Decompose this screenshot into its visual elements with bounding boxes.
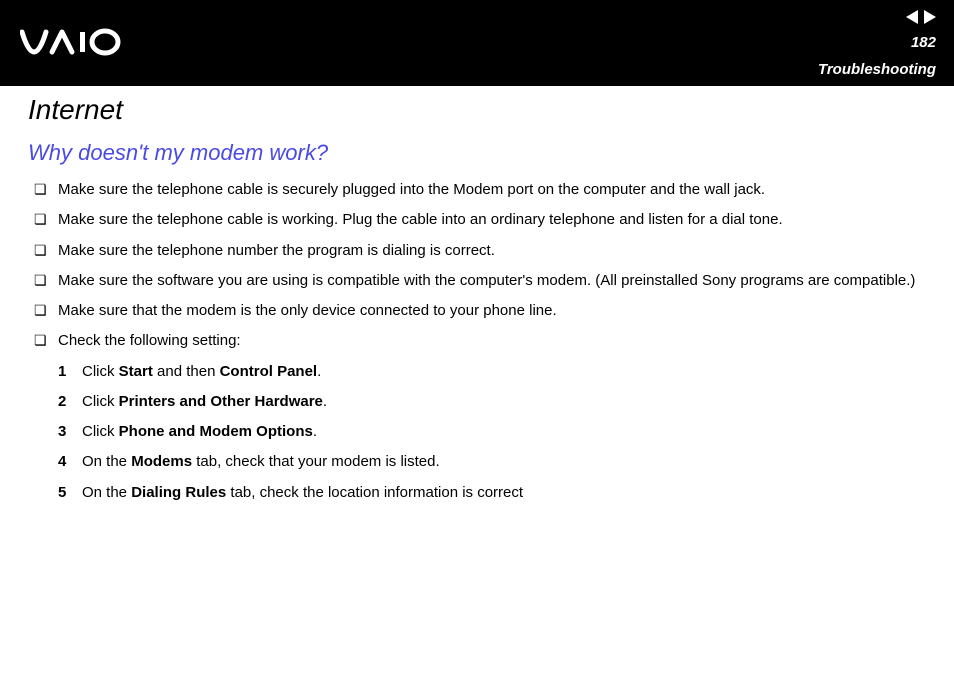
step-list: 1 Click Start and then Control Panel. 2 … — [28, 362, 926, 503]
step-item: 2 Click Printers and Other Hardware. — [58, 392, 926, 412]
bullet-icon: ❏ — [34, 180, 58, 199]
step-text: On the Modems tab, check that your modem… — [82, 452, 926, 472]
step-item: 3 Click Phone and Modem Options. — [58, 422, 926, 442]
step-text: Click Phone and Modem Options. — [82, 422, 926, 442]
vaio-logo — [20, 28, 140, 61]
bullet-list: ❏ Make sure the telephone cable is secur… — [28, 180, 926, 352]
bullet-icon: ❏ — [34, 210, 58, 229]
step-number: 4 — [58, 452, 82, 472]
step-number: 5 — [58, 483, 82, 503]
step-number: 3 — [58, 422, 82, 442]
bullet-item: ❏ Make sure the telephone cable is secur… — [34, 180, 926, 200]
step-item: 4 On the Modems tab, check that your mod… — [58, 452, 926, 472]
step-number: 1 — [58, 362, 82, 382]
bullet-text: Make sure the software you are using is … — [58, 271, 926, 291]
page-number: 182 — [911, 34, 936, 51]
step-number: 2 — [58, 392, 82, 412]
bullet-item: ❏ Make sure the telephone cable is worki… — [34, 210, 926, 230]
bullet-text: Make sure the telephone cable is securel… — [58, 180, 926, 200]
nav-arrows — [906, 10, 936, 24]
bullet-icon: ❏ — [34, 301, 58, 320]
document-header: 182 Troubleshooting — [0, 0, 954, 86]
bullet-icon: ❏ — [34, 271, 58, 290]
bullet-item: ❏ Make sure that the modem is the only d… — [34, 301, 926, 321]
next-page-arrow-icon[interactable] — [924, 10, 936, 24]
bullet-text: Make sure the telephone cable is working… — [58, 210, 926, 230]
step-item: 1 Click Start and then Control Panel. — [58, 362, 926, 382]
bullet-text: Make sure that the modem is the only dev… — [58, 301, 926, 321]
page-content: Internet Why doesn't my modem work? ❏ Ma… — [0, 86, 954, 533]
bullet-icon: ❏ — [34, 241, 58, 260]
bullet-icon: ❏ — [34, 331, 58, 350]
step-text: On the Dialing Rules tab, check the loca… — [82, 483, 926, 503]
page-title: Internet — [28, 94, 926, 126]
bullet-text: Make sure the telephone number the progr… — [58, 241, 926, 261]
prev-page-arrow-icon[interactable] — [906, 10, 918, 24]
step-text: Click Printers and Other Hardware. — [82, 392, 926, 412]
page-subtitle: Why doesn't my modem work? — [28, 140, 926, 166]
section-label: Troubleshooting — [818, 61, 936, 78]
step-item: 5 On the Dialing Rules tab, check the lo… — [58, 483, 926, 503]
bullet-item: ❏ Make sure the telephone number the pro… — [34, 241, 926, 261]
bullet-item: ❏ Check the following setting: — [34, 331, 926, 351]
bullet-item: ❏ Make sure the software you are using i… — [34, 271, 926, 291]
step-text: Click Start and then Control Panel. — [82, 362, 926, 382]
bullet-text: Check the following setting: — [58, 331, 926, 351]
